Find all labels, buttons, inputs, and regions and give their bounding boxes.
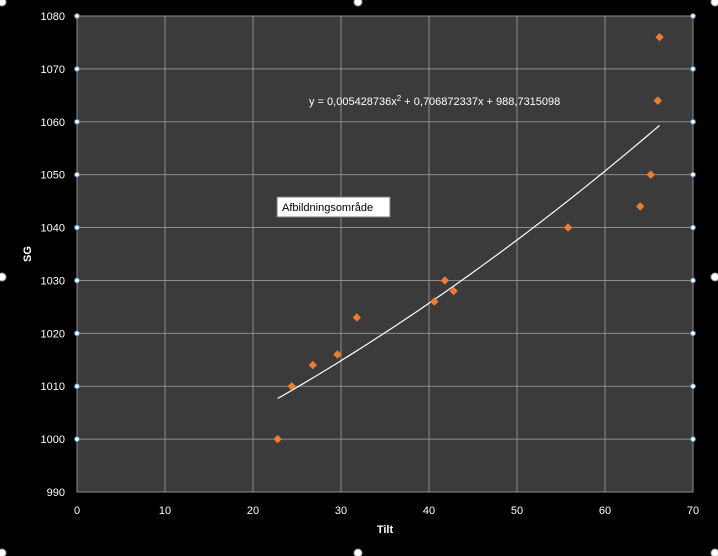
- y-tick-label: 1070: [41, 64, 65, 76]
- plot-area-handle[interactable]: [74, 13, 80, 19]
- y-tick-label: 1010: [41, 381, 65, 393]
- chart-area-handle[interactable]: [0, 0, 7, 7]
- plot-area-handle[interactable]: [74, 66, 80, 72]
- plot-area-handle[interactable]: [74, 118, 80, 125]
- chart: 0 10 20 30 40 50 60 709901000101010201030104010…: [0, 0, 718, 556]
- plot-area-handle[interactable]: [690, 171, 696, 178]
- x-tick-label: 30: [335, 505, 347, 517]
- plot-area-handle[interactable]: [690, 277, 696, 284]
- chart-area-handle[interactable]: [0, 548, 7, 556]
- equation-prefix: y = 0,005428736x: [309, 96, 397, 108]
- equation-suffix: + 0,706872337x + 988,7315098: [401, 96, 560, 108]
- chart-area-handle[interactable]: [710, 272, 718, 282]
- chart-area-handle[interactable]: [353, 548, 363, 556]
- plot-area-handle[interactable]: [690, 66, 696, 72]
- x-tick-label: 60: [599, 505, 611, 517]
- plot-area[interactable]: [77, 16, 693, 492]
- plot-area-handle[interactable]: [690, 383, 696, 390]
- plot-area-handle[interactable]: [74, 171, 80, 178]
- x-axis-title[interactable]: Tilt: [377, 524, 394, 536]
- x-tick-label: 20: [247, 505, 259, 517]
- x-tick-label: 70: [687, 505, 699, 517]
- y-tick-label: 1030: [41, 275, 65, 287]
- y-tick-label: 1080: [41, 11, 65, 23]
- y-tick-label: 1000: [41, 434, 65, 446]
- chart-area-handle[interactable]: [710, 548, 718, 556]
- plot-area-handle[interactable]: [690, 13, 696, 19]
- plot-area-handle[interactable]: [74, 383, 80, 390]
- x-tick-label: 40: [423, 505, 435, 517]
- tooltip-label: Afbildningsområde: [282, 202, 373, 214]
- plot-area-handle[interactable]: [74, 330, 80, 337]
- plot-area-handle[interactable]: [690, 436, 696, 442]
- y-tick-label: 1020: [41, 328, 65, 340]
- chart-area-handle[interactable]: [0, 272, 7, 282]
- plot-area-handle[interactable]: [690, 224, 696, 231]
- plot-area-handle[interactable]: [74, 224, 80, 231]
- y-tick-label: 1050: [41, 170, 65, 182]
- trendline-equation[interactable]: y = 0,005428736x2 + 0,706872337x + 988,7…: [309, 94, 560, 108]
- y-axis-title[interactable]: SG: [22, 246, 34, 262]
- plot-area-handle[interactable]: [690, 118, 696, 125]
- plot-area-handle[interactable]: [74, 277, 80, 284]
- chart-area-handle[interactable]: [710, 0, 718, 7]
- plot-area-handle[interactable]: [690, 330, 696, 337]
- plot-area-tooltip: Afbildningsområde: [276, 196, 391, 218]
- x-tick-label: 0: [74, 505, 80, 517]
- chart-area-handle[interactable]: [353, 0, 363, 7]
- y-tick-label: 1060: [41, 117, 65, 129]
- y-tick-label: 1040: [41, 223, 65, 235]
- x-tick-label: 10: [159, 505, 171, 517]
- plot-area-handle[interactable]: [74, 436, 80, 442]
- x-tick-label: 50: [511, 505, 523, 517]
- y-tick-label: 990: [47, 487, 65, 499]
